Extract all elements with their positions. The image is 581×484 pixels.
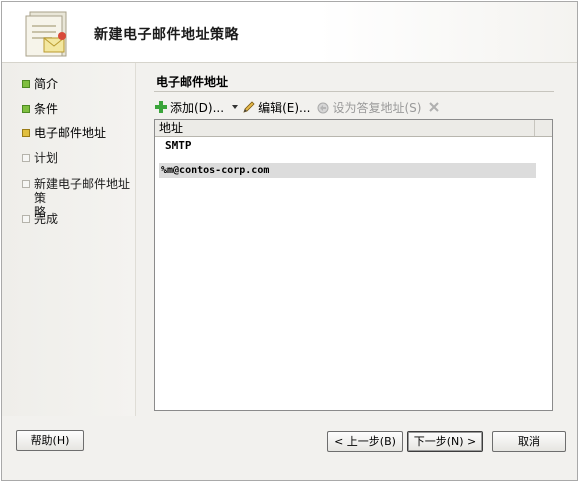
plus-icon [154,100,168,114]
cancel-button[interactable]: 取消 [492,431,566,452]
wizard-header: 新建电子邮件地址策略 [2,2,577,63]
edit-button[interactable]: 编辑(E)... [242,99,310,116]
nav-step-intro[interactable]: 简介 [22,77,58,91]
nav-step-label: 完成 [34,212,59,226]
step-current-icon [22,129,30,137]
wizard-footer: 帮助(H) < 上一步(B) 下一步(N) > 取消 [2,416,577,480]
list-header: 地址 [155,120,552,137]
wizard-content: 电子邮件地址 添加(D)... 编辑(E)... 设为答复地址(S) 地址 SM… [136,63,577,416]
reply-address-icon [316,100,330,114]
nav-step-conditions[interactable]: 条件 [22,102,58,116]
help-button[interactable]: 帮助(H) [16,430,84,451]
nav-step-completion[interactable]: 完成 [22,212,58,226]
nav-step-label: 条件 [34,102,59,116]
nav-step-label: 简介 [34,77,59,91]
address-toolbar: 添加(D)... 编辑(E)... 设为答复地址(S) [154,97,449,117]
delete-x-icon [427,100,441,114]
column-header-address[interactable]: 地址 [155,120,535,136]
step-complete-icon [22,105,30,113]
wizard-document-icon [18,8,76,60]
address-list[interactable]: 地址 SMTP %m@contos-corp.com [154,119,553,411]
step-pending-icon [22,180,30,188]
list-item[interactable]: %m@contos-corp.com [159,163,536,178]
next-button[interactable]: 下一步(N) > [407,431,483,452]
add-dropdown-chevron-icon[interactable] [232,105,239,109]
back-button[interactable]: < 上一步(B) [327,431,403,452]
edit-button-label: 编辑(E)... [258,100,311,115]
wizard-title: 新建电子邮件地址策略 [94,27,239,43]
nav-step-email-addresses[interactable]: 电子邮件地址 [22,126,106,140]
delete-button[interactable] [427,100,443,114]
nav-step-label: 计划 [34,151,59,165]
add-button-label: 添加(D)... [170,100,225,115]
pencil-icon [242,100,256,114]
step-pending-icon [22,215,30,223]
step-pending-icon [22,154,30,162]
nav-step-label: 电子邮件地址 [34,126,107,140]
list-group-smtp: SMTP [165,139,192,152]
set-reply-address-label: 设为答复地址(S) [332,100,422,115]
nav-step-schedule[interactable]: 计划 [22,151,58,165]
step-complete-icon [22,80,30,88]
add-button[interactable]: 添加(D)... [154,99,224,116]
section-divider [154,91,554,92]
set-reply-address-button[interactable]: 设为答复地址(S) [316,99,421,116]
section-title: 电子邮件地址 [156,75,229,89]
wizard-window: 新建电子邮件地址策略 简介 条件 电子邮件地址 计划 新建电子邮件地址策 略 完… [1,1,578,481]
wizard-steps-nav: 简介 条件 电子邮件地址 计划 新建电子邮件地址策 略 完成 [2,63,136,416]
